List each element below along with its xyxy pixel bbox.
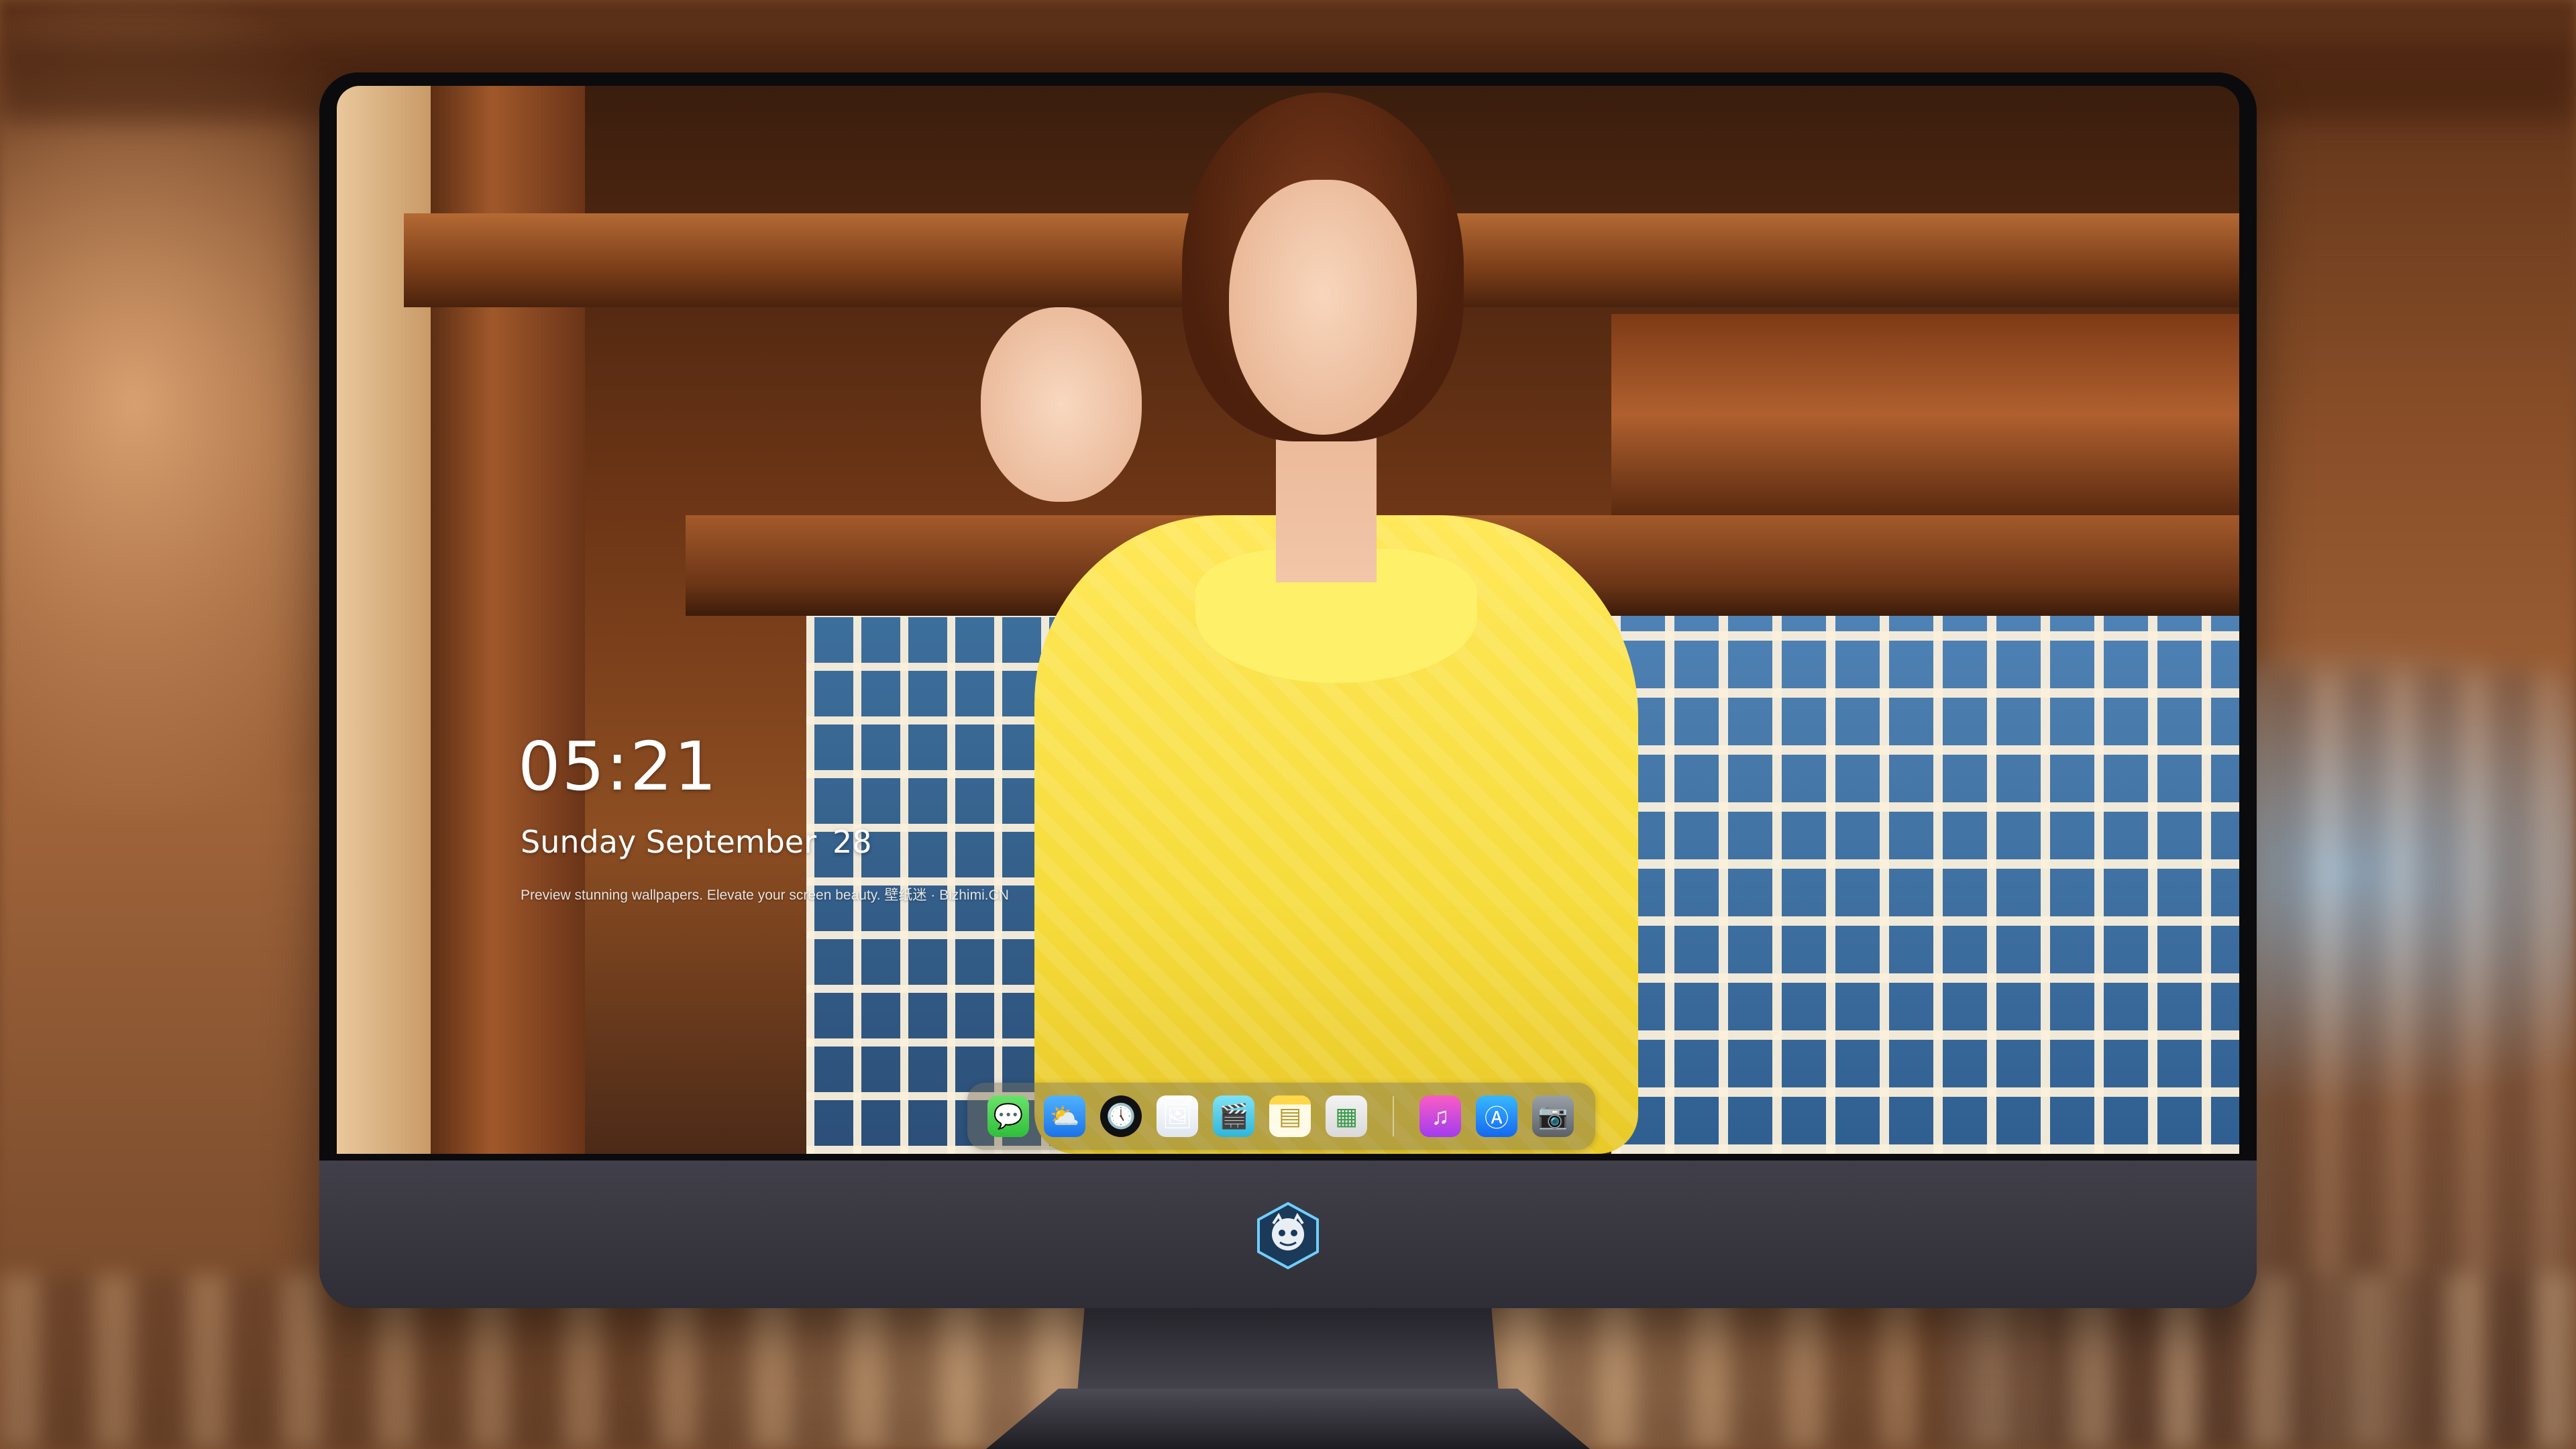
music-icon[interactable]: ♫ [1419,1095,1461,1137]
dock-separator [1393,1096,1394,1136]
wallpaper-lattice-right [1611,616,2239,1154]
photos-icon[interactable]: ▦ [1326,1095,1367,1137]
lockscreen-day: 28 [833,824,872,860]
camera-icon[interactable]: 📷 [1532,1095,1574,1137]
lockscreen-time: 05:21 [518,727,718,806]
appstore-icon[interactable]: Ⓐ [1476,1095,1517,1137]
preview-icon[interactable]: 🖼 [1157,1095,1198,1137]
wallpaper-wooden-panel [1611,314,2239,515]
lockscreen-weekday-month: Sunday September [521,824,816,860]
monitor-stand-base [986,1389,1590,1449]
clock-icon[interactable]: 🕔 [1100,1095,1142,1137]
lockscreen-date: Sunday September 28 [521,824,872,860]
weather-icon[interactable]: ⛅ [1044,1095,1085,1137]
screen: 05:21 Sunday September 28 Preview stunnin… [337,86,2239,1154]
wallpaper-ok-hand [981,307,1142,502]
wallpaper-face [1229,180,1417,435]
lockscreen-tagline: Preview stunning wallpapers. Elevate you… [521,888,1009,903]
messages-icon[interactable]: 💬 [987,1095,1029,1137]
dock: 💬 ⛅ 🕔 🖼 🎬 ▤ ▦ ♫ Ⓐ 📷 [967,1083,1595,1150]
clapperboard-icon[interactable]: 🎬 [1213,1095,1254,1137]
brand-logo-icon [1257,1201,1319,1270]
notes-icon[interactable]: ▤ [1269,1095,1311,1137]
